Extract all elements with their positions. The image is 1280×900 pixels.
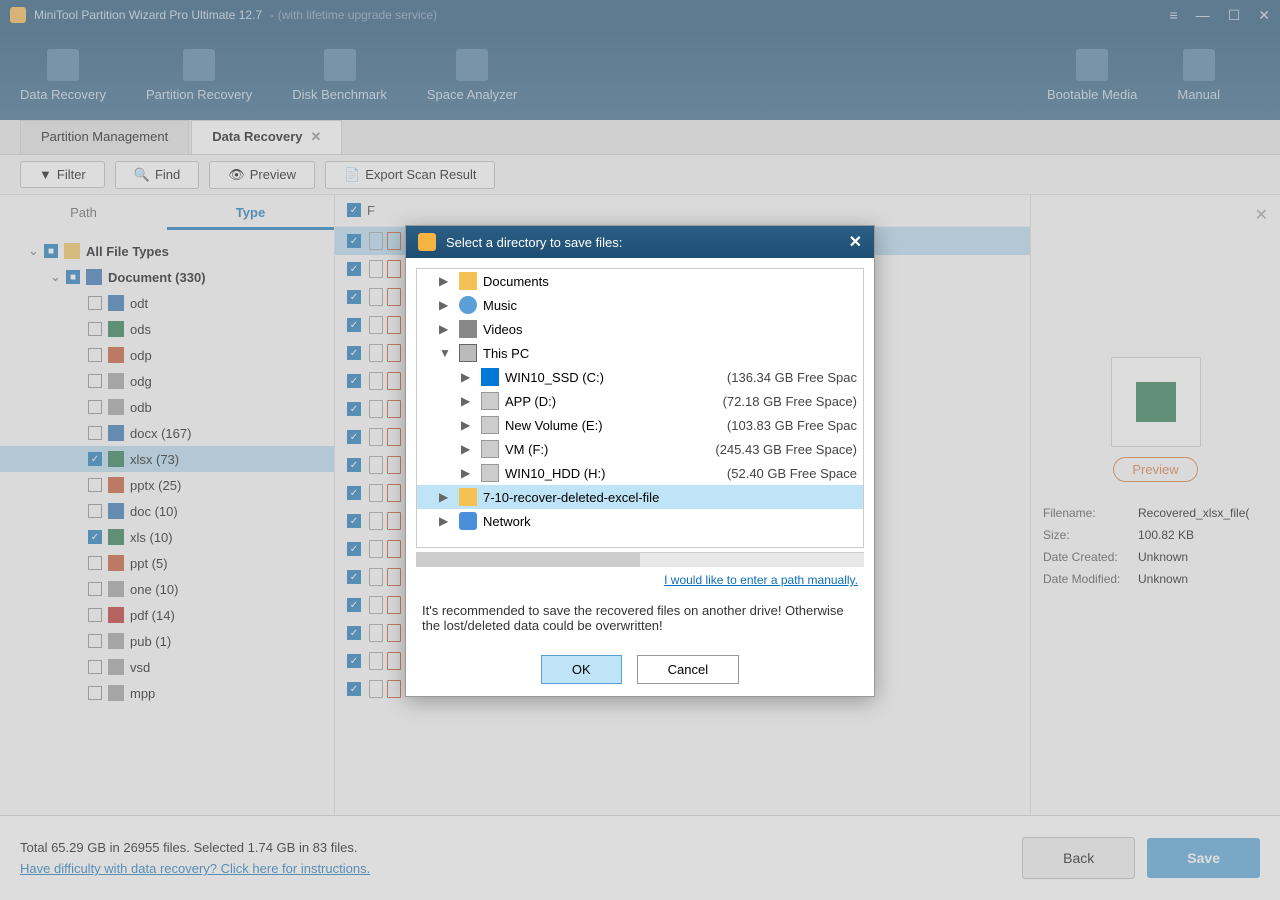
manual-path-link[interactable]: I would like to enter a path manually. [664,573,858,587]
pc-icon [459,344,477,362]
drive-icon [481,416,499,434]
directory-name: Videos [483,322,523,337]
drive-icon [481,464,499,482]
directory-name: APP (D:) [505,394,556,409]
cancel-button[interactable]: Cancel [637,655,739,684]
expand-arrow-icon[interactable]: ▶ [461,466,475,480]
directory-item[interactable]: ▶ Documents [417,269,863,293]
directory-name: Network [483,514,531,529]
horizontal-scrollbar[interactable] [416,552,864,567]
directory-item[interactable]: ▶ APP (D:) (72.18 GB Free Space) [417,389,863,413]
directory-tree[interactable]: ▶ Documents ▶ Music ▶ Videos ▼ This PC ▶ WIN10_SS… [416,268,864,548]
expand-arrow-icon[interactable]: ▶ [461,442,475,456]
modal-warning-note: It's recommended to save the recovered f… [406,593,874,643]
modal-titlebar: Select a directory to save files: ✕ [406,226,874,258]
free-space: (72.18 GB Free Space) [723,394,857,409]
save-directory-modal: Select a directory to save files: ✕ ▶ Doc… [405,225,875,697]
directory-item[interactable]: ▶ Music [417,293,863,317]
expand-arrow-icon[interactable]: ▶ [461,370,475,384]
directory-item[interactable]: ▶ Network [417,509,863,533]
directory-item[interactable]: ▶ Videos [417,317,863,341]
expand-arrow-icon[interactable]: ▶ [439,298,453,312]
directory-item[interactable]: ▼ This PC [417,341,863,365]
drive-icon [481,392,499,410]
expand-arrow-icon[interactable]: ▼ [439,346,453,360]
music-icon [459,296,477,314]
directory-item[interactable]: ▶ 7-10-recover-deleted-excel-file [417,485,863,509]
free-space: (103.83 GB Free Spac [727,418,857,433]
directory-name: Documents [483,274,549,289]
drive-icon [481,440,499,458]
directory-item[interactable]: ▶ WIN10_SSD (C:) (136.34 GB Free Spac [417,365,863,389]
expand-arrow-icon[interactable]: ▶ [461,394,475,408]
expand-arrow-icon[interactable]: ▶ [439,490,453,504]
free-space: (52.40 GB Free Space [727,466,857,481]
modal-overlay: Select a directory to save files: ✕ ▶ Doc… [0,0,1280,900]
expand-arrow-icon[interactable]: ▶ [439,322,453,336]
directory-name: Music [483,298,517,313]
directory-item[interactable]: ▶ VM (F:) (245.43 GB Free Space) [417,437,863,461]
modal-close-icon[interactable]: ✕ [849,232,862,252]
directory-name: WIN10_HDD (H:) [505,466,605,481]
folder-icon [459,488,477,506]
folder-icon [459,272,477,290]
ok-button[interactable]: OK [541,655,622,684]
modal-title-text: Select a directory to save files: [446,235,622,250]
free-space: (136.34 GB Free Spac [727,370,857,385]
directory-name: This PC [483,346,529,361]
directory-name: New Volume (E:) [505,418,603,433]
win-icon [481,368,499,386]
expand-arrow-icon[interactable]: ▶ [461,418,475,432]
expand-arrow-icon[interactable]: ▶ [439,274,453,288]
free-space: (245.43 GB Free Space) [715,442,857,457]
modal-logo-icon [418,233,436,251]
expand-arrow-icon[interactable]: ▶ [439,514,453,528]
directory-name: 7-10-recover-deleted-excel-file [483,490,659,505]
directory-name: VM (F:) [505,442,548,457]
directory-name: WIN10_SSD (C:) [505,370,604,385]
video-icon [459,320,477,338]
directory-item[interactable]: ▶ WIN10_HDD (H:) (52.40 GB Free Space [417,461,863,485]
net-icon [459,512,477,530]
directory-item[interactable]: ▶ New Volume (E:) (103.83 GB Free Spac [417,413,863,437]
